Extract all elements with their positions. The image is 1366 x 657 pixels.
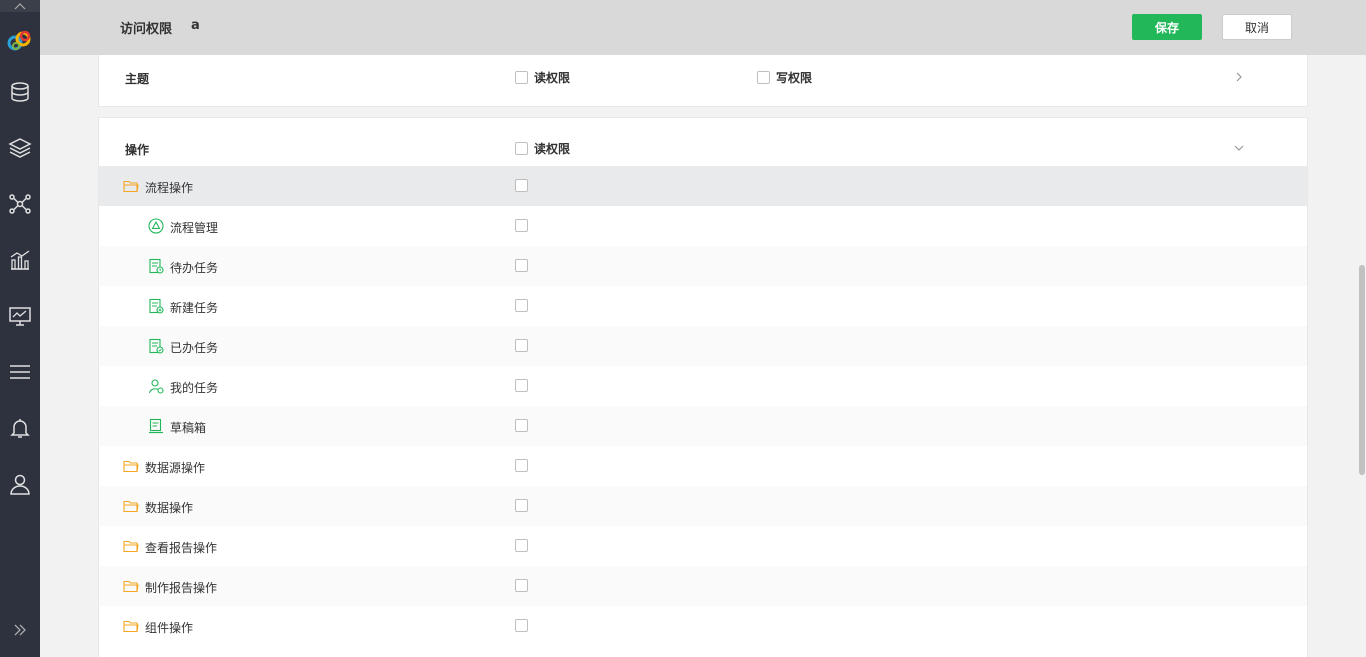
scrollbar-thumb[interactable] [1359, 265, 1365, 475]
row-read-checkbox[interactable] [515, 259, 528, 272]
folder-icon [123, 618, 139, 634]
sidebar [0, 0, 40, 657]
topic-write-permission[interactable]: 写权限 [757, 69, 812, 86]
todo-task-icon [148, 258, 164, 274]
tree-row-label: 新建任务 [170, 301, 219, 315]
row-read-checkbox[interactable] [515, 379, 528, 392]
row-read-checkbox[interactable] [515, 499, 528, 512]
row-read-checkbox[interactable] [515, 299, 528, 312]
row-read-checkbox[interactable] [515, 339, 528, 352]
user-icon[interactable] [8, 472, 32, 496]
draft-icon [148, 418, 164, 434]
tree-row-label: 组件操作 [145, 621, 194, 635]
my-task-icon [148, 378, 164, 394]
tree-row-label: 我的任务 [170, 381, 219, 395]
topic-read-label: 读权限 [534, 71, 571, 85]
operation-read-label: 读权限 [534, 142, 571, 156]
topic-read-checkbox[interactable] [515, 71, 528, 84]
tree-row-item[interactable]: 新建任务 [99, 286, 1307, 326]
tree-row-label: 待办任务 [170, 261, 219, 275]
chevron-down-icon[interactable] [1233, 142, 1245, 154]
page-title: 访问权限 [120, 22, 173, 37]
tree-row-item[interactable]: 已办任务 [99, 326, 1307, 366]
row-read-checkbox[interactable] [515, 619, 528, 632]
topic-write-label: 写权限 [776, 71, 813, 85]
row-read-checkbox[interactable] [515, 539, 528, 552]
row-read-checkbox[interactable] [515, 219, 528, 232]
chart-icon[interactable] [8, 248, 32, 272]
monitor-icon[interactable] [8, 304, 32, 328]
tree-row-label: 已办任务 [170, 341, 219, 355]
row-read-checkbox[interactable] [515, 579, 528, 592]
tree-row-label: 数据操作 [145, 501, 194, 515]
network-icon[interactable] [8, 192, 32, 216]
topic-write-checkbox[interactable] [757, 71, 770, 84]
tree-row-group[interactable]: 数据源操作 [99, 446, 1307, 486]
chevron-up-icon [14, 3, 26, 10]
tree-row-label: 流程管理 [170, 221, 219, 235]
tree-row-item[interactable]: 待办任务 [99, 246, 1307, 286]
tree-row-group[interactable]: 流程操作 [99, 166, 1307, 206]
tree-row-group[interactable]: 制作报告操作 [99, 566, 1307, 606]
user-name: a [191, 18, 200, 33]
page-header: 访问权限 a 保存 取消 [40, 0, 1366, 55]
row-read-checkbox[interactable] [515, 459, 528, 472]
tree-row-group[interactable]: 组件操作 [99, 606, 1307, 646]
folder-icon [123, 538, 139, 554]
operation-label: 操作 [125, 143, 150, 157]
save-button[interactable]: 保存 [1132, 14, 1202, 40]
vertical-scrollbar[interactable] [1358, 55, 1366, 657]
folder-icon [123, 498, 139, 514]
tree-row-item[interactable]: 我的任务 [99, 366, 1307, 406]
tree-row-item[interactable]: 流程管理 [99, 206, 1307, 246]
tree-row-item[interactable]: 草稿箱 [99, 406, 1307, 446]
operation-card: 操作 读权限 流程操作流程管理待办任务新建任务已办任务我的任务草稿箱数据源操作数… [98, 117, 1308, 657]
tree-row-group[interactable]: 数据操作 [99, 486, 1307, 526]
chevron-right-icon[interactable] [1233, 71, 1245, 83]
new-task-icon [148, 298, 164, 314]
tree-row-label: 制作报告操作 [145, 581, 218, 595]
topic-card: 主题 读权限 写权限 [98, 55, 1308, 107]
expand-sidebar-icon[interactable] [12, 622, 28, 638]
done-task-icon [148, 338, 164, 354]
menu-icon[interactable] [8, 360, 32, 384]
tree-row-label: 查看报告操作 [145, 541, 218, 555]
folder-icon [123, 458, 139, 474]
tree-row-group[interactable]: 查看报告操作 [99, 526, 1307, 566]
operation-read-checkbox[interactable] [515, 142, 528, 155]
tree-row-label: 数据源操作 [145, 461, 206, 475]
scroll-up-button[interactable] [0, 0, 40, 12]
operation-read-permission[interactable]: 读权限 [515, 140, 570, 157]
topic-read-permission[interactable]: 读权限 [515, 69, 570, 86]
folder-icon [123, 178, 139, 194]
folder-icon [123, 578, 139, 594]
tree-row-label: 草稿箱 [170, 421, 207, 435]
tree-row-label: 流程操作 [145, 181, 194, 195]
cancel-button[interactable]: 取消 [1222, 14, 1292, 40]
topic-label: 主题 [125, 72, 150, 86]
main-content: 主题 读权限 写权限 操作 读权限 流程操作流程管理待办任务新建任务已办任务我的… [40, 55, 1358, 657]
bell-icon[interactable] [8, 416, 32, 440]
database-icon[interactable] [8, 80, 32, 104]
layers-icon[interactable] [8, 136, 32, 160]
app-logo[interactable] [5, 26, 35, 56]
logo-icon [7, 30, 31, 51]
flow-icon [148, 218, 164, 234]
row-read-checkbox[interactable] [515, 419, 528, 432]
row-read-checkbox[interactable] [515, 179, 528, 192]
